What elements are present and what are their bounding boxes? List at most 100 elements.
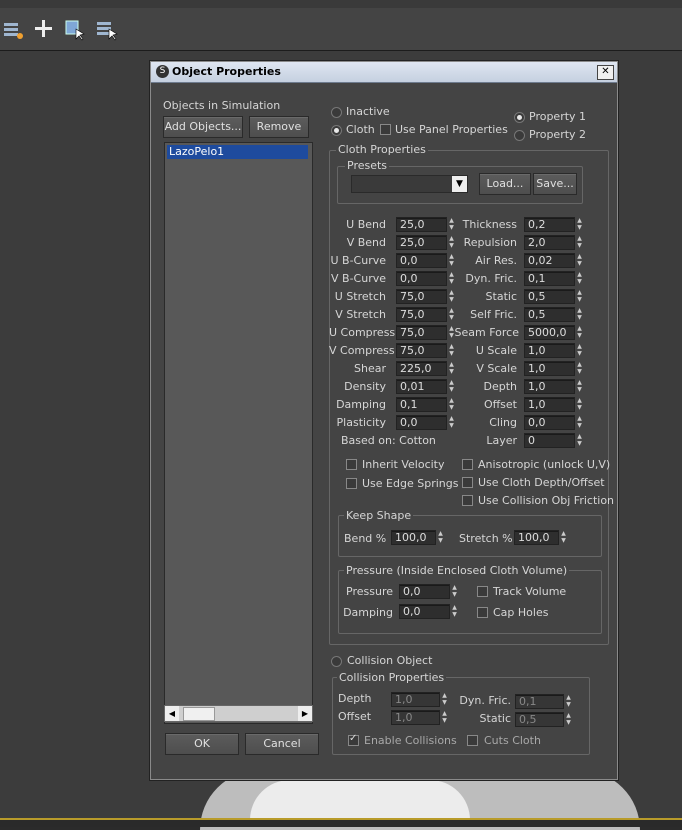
cuts-cloth-checkbox[interactable] <box>467 735 478 746</box>
layer-select-icon[interactable] <box>94 17 118 41</box>
collision-object-label: Collision Object <box>347 654 433 667</box>
spinner-arrows-icon: ▲ ▼ <box>449 289 454 303</box>
use-edge-springs-label: Use Edge Springs <box>362 477 459 490</box>
spinner-arrows-icon: ▲ ▼ <box>449 307 454 321</box>
spinner-arrows-icon: ▲ ▼ <box>577 379 582 393</box>
chevron-down-icon[interactable]: ▼ <box>452 176 467 192</box>
cloth-param-label: U Stretch <box>334 290 386 303</box>
cloth-param-label: U Scale <box>475 344 517 357</box>
create-plus-icon[interactable] <box>32 17 56 41</box>
scroll-thumb[interactable] <box>183 707 215 721</box>
list-horizontal-scrollbar[interactable]: ◀ ▶ <box>164 705 313 722</box>
property2-radio[interactable] <box>514 130 525 141</box>
use-cloth-depth-checkbox[interactable] <box>462 477 473 488</box>
inherit-velocity-label: Inherit Velocity <box>362 458 445 471</box>
use-cloth-depth-label: Use Cloth Depth/Offset <box>478 476 605 489</box>
collision-properties-title: Collision Properties <box>337 671 447 684</box>
enable-collisions-checkbox[interactable] <box>348 733 359 746</box>
cloth-param-label: Thickness <box>462 218 517 231</box>
property1-radio[interactable] <box>514 112 525 123</box>
cloth-param-label: Layer <box>486 434 517 447</box>
layer-manager-icon[interactable] <box>2 17 26 41</box>
dialog-titlebar[interactable]: S Object Properties ✕ <box>151 62 617 83</box>
spinner-arrows-icon: ▲ ▼ <box>577 361 582 375</box>
objects-list[interactable]: LazoPelo1 <box>164 142 313 724</box>
objects-in-simulation-label: Objects in Simulation <box>163 99 281 112</box>
list-item[interactable]: LazoPelo1 <box>167 145 308 159</box>
cloth-param-label: Damping <box>336 398 386 411</box>
presets-title: Presets <box>345 159 390 172</box>
collision-object-radio[interactable] <box>331 656 342 667</box>
app-logo-icon: S <box>156 65 169 78</box>
use-collision-friction-checkbox[interactable] <box>462 495 473 506</box>
cancel-button[interactable]: Cancel <box>245 733 319 755</box>
spinner-arrows-icon: ▲ ▼ <box>442 710 447 724</box>
collision-dynfric-label: Dyn. Fric. <box>459 694 511 707</box>
use-edge-springs-checkbox[interactable] <box>346 478 357 489</box>
cloth-param-label: V Scale <box>476 362 517 375</box>
pressure-group <box>338 570 602 634</box>
property1-label: Property 1 <box>529 110 587 123</box>
select-object-icon[interactable] <box>62 17 86 41</box>
inherit-velocity-checkbox[interactable] <box>346 459 357 470</box>
use-collision-friction-label: Use Collision Obj Friction <box>478 494 615 507</box>
cloth-param-label: U Bend <box>346 218 386 231</box>
collision-depth-label: Depth <box>338 692 372 705</box>
cloth-properties-title: Cloth Properties <box>336 143 428 156</box>
spinner-arrows-icon: ▲ ▼ <box>449 379 454 393</box>
save-button[interactable]: Save... <box>533 173 577 195</box>
cloth-radio[interactable] <box>331 125 342 136</box>
cloth-param-label: Air Res. <box>475 254 517 267</box>
spinner-arrows-icon: ▲ ▼ <box>577 415 582 429</box>
spinner-arrows-icon: ▲ ▼ <box>449 415 454 429</box>
presets-dropdown[interactable]: ▼ <box>351 175 468 193</box>
bend-percent-label: Bend % <box>344 532 387 545</box>
inactive-radio[interactable] <box>331 107 342 118</box>
spinner-arrows-icon: ▲ ▼ <box>449 361 454 375</box>
cloth-param-label: Static <box>485 290 517 303</box>
enable-collisions-label: Enable Collisions <box>364 734 457 747</box>
spinner-arrows-icon: ▲ ▼ <box>577 307 582 321</box>
viewport-figure-collar <box>250 780 470 820</box>
use-panel-properties-checkbox[interactable] <box>380 124 391 135</box>
spinner-arrows-icon: ▲ ▼ <box>449 271 454 285</box>
spinner-arrows-icon: ▲ ▼ <box>577 289 582 303</box>
cloth-param-label: Shear <box>354 362 386 375</box>
property2-label: Property 2 <box>529 128 587 141</box>
based-on-label: Based on: Cotton <box>341 434 436 447</box>
close-button[interactable]: ✕ <box>597 65 614 80</box>
spinner-arrows-icon: ▲ ▼ <box>577 343 582 357</box>
cloth-param-label: Density <box>344 380 386 393</box>
object-properties-dialog: S Object Properties ✕ Objects in Simulat… <box>150 61 618 780</box>
use-panel-properties-label: Use Panel Properties <box>395 123 508 136</box>
spinner-arrows-icon: ▲ ▼ <box>561 530 566 544</box>
cuts-cloth-label: Cuts Cloth <box>484 734 541 747</box>
cap-holes-checkbox[interactable] <box>477 607 488 618</box>
remove-button[interactable]: Remove <box>249 116 309 138</box>
anisotropic-checkbox[interactable] <box>462 459 473 470</box>
track-volume-checkbox[interactable] <box>477 586 488 597</box>
spinner-arrows-icon: ▲ ▼ <box>566 694 571 708</box>
main-toolbar <box>0 8 682 51</box>
add-objects-button[interactable]: Add Objects... <box>163 116 243 138</box>
anisotropic-label: Anisotropic (unlock U,V) <box>478 458 611 471</box>
spinner-arrows-icon: ▲ ▼ <box>449 343 454 357</box>
cloth-param-label: U B-Curve <box>330 254 386 267</box>
scroll-left-icon[interactable]: ◀ <box>165 706 179 721</box>
pressure-title: Pressure (Inside Enclosed Cloth Volume) <box>344 564 570 577</box>
spinner-arrows-icon: ▲ ▼ <box>452 584 457 598</box>
spinner-arrows-icon: ▲ ▼ <box>449 217 454 231</box>
cloth-param-label: Dyn. Fric. <box>465 272 517 285</box>
inactive-label: Inactive <box>346 105 390 118</box>
collision-offset-label: Offset <box>338 710 372 723</box>
collision-static-label: Static <box>479 712 511 725</box>
spinner-arrows-icon: ▲ ▼ <box>577 271 582 285</box>
spinner-arrows-icon: ▲ ▼ <box>438 530 443 544</box>
cloth-param-label: Cling <box>489 416 517 429</box>
cap-holes-label: Cap Holes <box>493 606 549 619</box>
spinner-arrows-icon: ▲ ▼ <box>577 397 582 411</box>
load-button[interactable]: Load... <box>479 173 531 195</box>
cloth-param-label: Plasticity <box>336 416 386 429</box>
ok-button[interactable]: OK <box>165 733 239 755</box>
scroll-right-icon[interactable]: ▶ <box>298 706 312 721</box>
